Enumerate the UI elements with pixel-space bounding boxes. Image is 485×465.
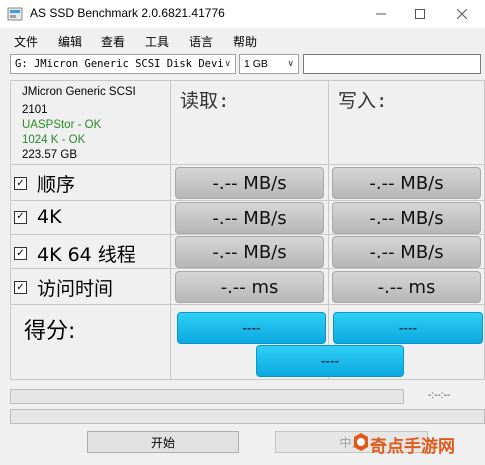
progress-bar	[10, 389, 404, 404]
checkbox-sequential[interactable]: ✓	[14, 177, 27, 190]
drive-select[interactable]: G: JMicron Generic SCSI Disk Devi ∨	[10, 54, 236, 74]
close-icon	[457, 9, 467, 19]
grid-divider	[10, 304, 485, 305]
progress-bar-secondary	[10, 409, 485, 424]
menu-tools[interactable]: 工具	[145, 33, 169, 50]
test-row-4k[interactable]: ✓ 4K	[14, 206, 62, 228]
4k-64-read-result: -.-- MB/s	[175, 236, 324, 268]
checkbox-4k[interactable]: ✓	[14, 210, 27, 224]
score-label: 得分:	[24, 319, 76, 344]
device-firmware: 2101	[22, 104, 48, 116]
alignment-status: 1024 K - OK	[22, 134, 86, 146]
test-row-access-time[interactable]: ✓ 访问时间	[14, 274, 113, 301]
app-icon	[7, 7, 23, 21]
extra-field[interactable]	[303, 54, 481, 74]
close-button[interactable]	[442, 0, 482, 28]
grid-divider	[170, 80, 171, 380]
4k-64-write-result: -.-- MB/s	[332, 236, 481, 268]
size-select[interactable]: 1 GB ∨	[239, 54, 299, 74]
4k-write-result: -.-- MB/s	[332, 202, 481, 234]
drive-select-value: G: JMicron Generic SCSI Disk Devi	[15, 58, 224, 70]
access-write-result: -.-- ms	[332, 271, 481, 303]
read-column-header: 读取:	[180, 90, 230, 112]
4k-read-result: -.-- MB/s	[175, 202, 324, 234]
minimize-button[interactable]	[361, 0, 401, 28]
watermark-logo-icon	[354, 433, 368, 451]
check-icon: ✓	[16, 177, 25, 189]
menu-file[interactable]: 文件	[14, 33, 38, 50]
test-row-sequential[interactable]: ✓ 顺序	[14, 170, 75, 197]
score-total: ----	[256, 345, 404, 377]
test-label: 顺序	[37, 174, 76, 196]
grid-divider	[10, 268, 485, 269]
grid-divider	[10, 200, 485, 201]
start-button[interactable]: 开始	[87, 431, 239, 453]
watermark-text: 奇点手游网	[370, 437, 455, 457]
check-icon: ✓	[16, 247, 25, 259]
sequential-write-result: -.-- MB/s	[332, 167, 481, 199]
menu-view[interactable]: 查看	[101, 33, 125, 50]
elapsed-time: -:--:--	[428, 390, 451, 401]
device-capacity: 223.57 GB	[22, 149, 77, 161]
write-column-header: 写入:	[338, 90, 388, 112]
access-read-result: -.-- ms	[175, 271, 324, 303]
check-icon: ✓	[16, 211, 25, 222]
menu-edit[interactable]: 编辑	[58, 33, 82, 50]
menu-bar: 文件 编辑 查看 工具 语言 帮助	[0, 30, 485, 50]
menu-language[interactable]: 语言	[189, 33, 213, 50]
maximize-icon	[415, 9, 425, 19]
score-read: ----	[177, 312, 326, 344]
checkbox-4k-64-thread[interactable]: ✓	[14, 247, 27, 260]
sequential-read-result: -.-- MB/s	[175, 167, 324, 199]
size-select-value: 1 GB	[244, 58, 268, 70]
checkbox-access-time[interactable]: ✓	[14, 281, 27, 294]
grid-divider	[328, 80, 329, 380]
test-row-4k-64-thread[interactable]: ✓ 4K 64 线程	[14, 240, 136, 267]
test-label: 4K 64 线程	[37, 244, 136, 266]
driver-status: UASPStor - OK	[22, 119, 102, 131]
chevron-down-icon: ∨	[224, 59, 231, 69]
minimize-icon	[376, 13, 386, 15]
test-label: 访问时间	[37, 278, 114, 300]
title-bar: AS SSD Benchmark 2.0.6821.41776	[0, 0, 485, 28]
grid-divider	[10, 164, 485, 165]
chevron-down-icon: ∨	[287, 59, 294, 69]
menu-help[interactable]: 帮助	[233, 33, 257, 50]
window-title: AS SSD Benchmark 2.0.6821.41776	[30, 6, 225, 20]
grid-divider	[10, 234, 485, 235]
check-icon: ✓	[16, 281, 25, 293]
maximize-button[interactable]	[400, 0, 440, 28]
score-write: ----	[333, 312, 483, 344]
test-label: 4K	[37, 206, 62, 228]
device-name: JMicron Generic SCSI	[22, 86, 136, 98]
